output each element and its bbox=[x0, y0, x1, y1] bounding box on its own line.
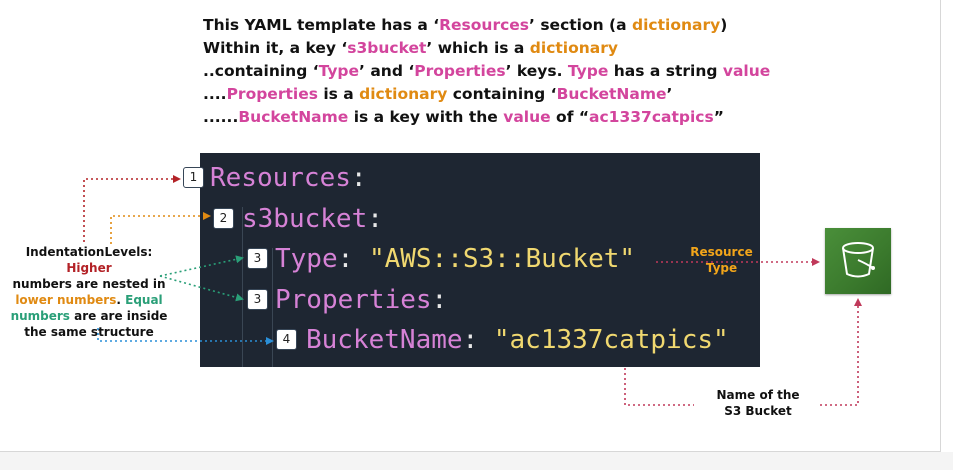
arrow-level-3-type bbox=[159, 255, 244, 277]
arrow-level-2 bbox=[110, 212, 211, 244]
arrow-level-3-properties bbox=[159, 275, 244, 302]
arrow-level-1 bbox=[83, 175, 181, 242]
arrow-level-4 bbox=[97, 328, 274, 345]
line-bucket-name bbox=[624, 368, 694, 406]
annotation-arrows bbox=[83, 175, 862, 406]
arrow-bucket-name bbox=[820, 298, 862, 406]
